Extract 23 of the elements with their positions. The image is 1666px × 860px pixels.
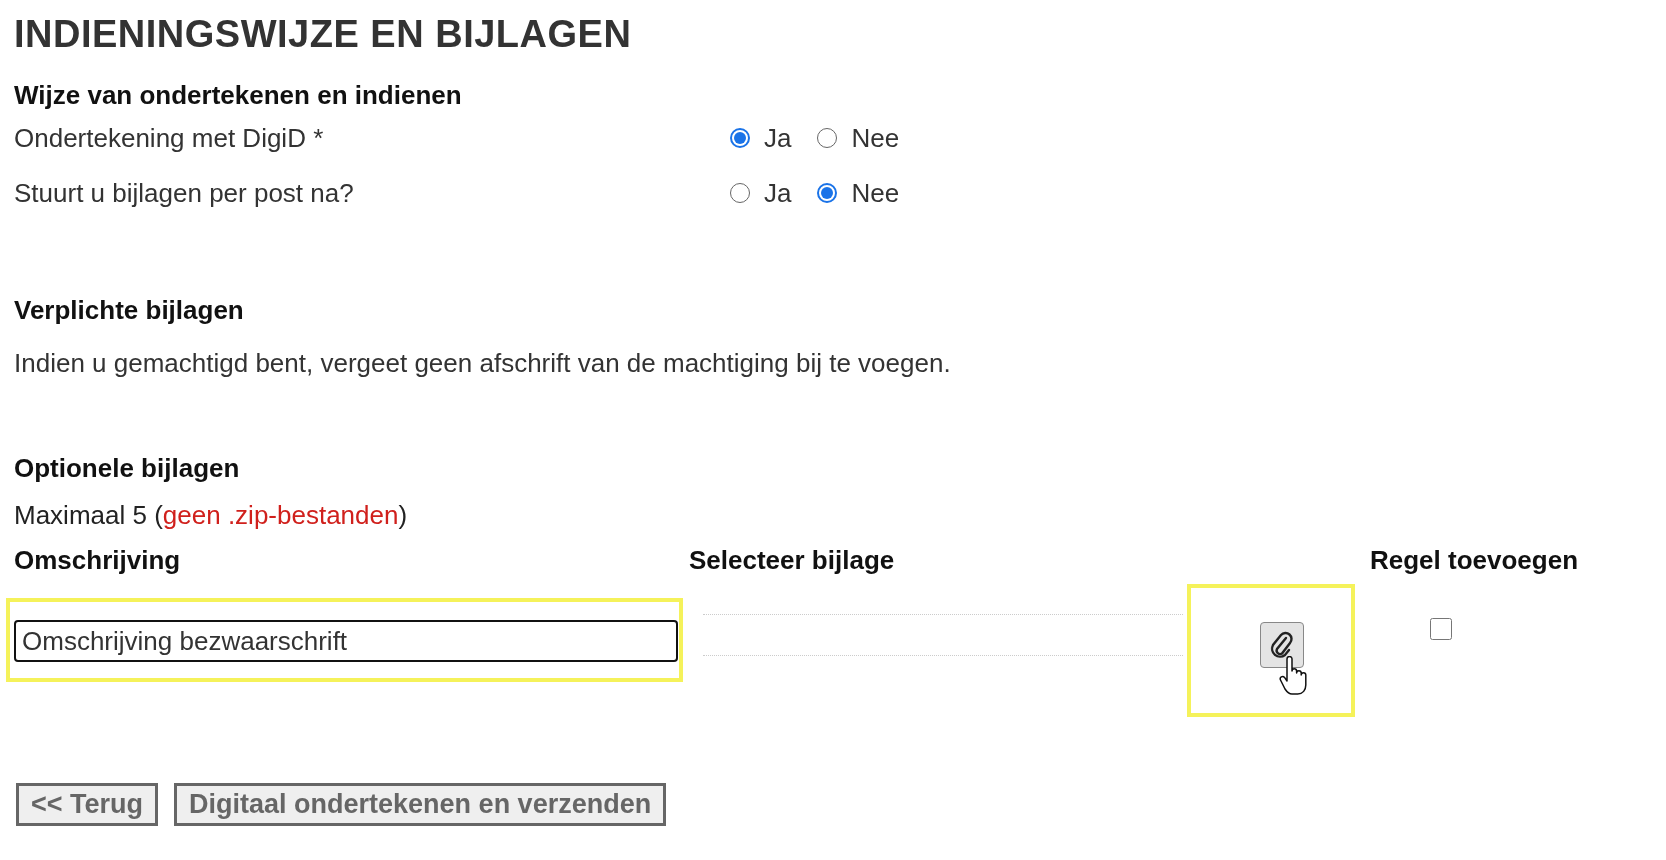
section-heading: Optionele bijlagen bbox=[14, 453, 241, 485]
column-header: Selecteer bijlage bbox=[689, 544, 896, 578]
section-heading: Wijze van ondertekenen en indienen bbox=[14, 79, 463, 111]
column-header: Omschrijving bbox=[14, 544, 182, 578]
file-field[interactable] bbox=[703, 614, 1183, 657]
form-button[interactable]: << Terug bbox=[16, 783, 159, 827]
radio-option[interactable]: Ja bbox=[730, 123, 792, 154]
question-label: Stuurt u bijlagen per post na? bbox=[14, 178, 355, 209]
page-title: INDIENINGSWIJZE EN BIJLAGEN bbox=[14, 14, 633, 56]
limit-note: Maximaal 5 (geen .zip-bestanden) bbox=[14, 500, 409, 532]
radio-option[interactable]: Nee bbox=[817, 123, 900, 154]
column-header: Regel toevoegen bbox=[1370, 544, 1580, 578]
section-heading: Verplichte bijlagen bbox=[14, 295, 245, 327]
question-label: Ondertekening met DigiD * bbox=[14, 123, 325, 154]
description-field[interactable]: Omschrijving bezwaarschrift bbox=[14, 620, 678, 663]
form-button[interactable]: Digitaal ondertekenen en verzenden bbox=[174, 783, 667, 827]
radio-option[interactable]: Ja bbox=[730, 178, 792, 209]
pointer-cursor-icon bbox=[1279, 656, 1309, 697]
add-line-checkbox[interactable] bbox=[1430, 618, 1452, 641]
paperclip-icon bbox=[1269, 630, 1295, 661]
radio-option[interactable]: Nee bbox=[817, 178, 900, 209]
attach-button[interactable] bbox=[1260, 622, 1304, 669]
info-text: Indien u gemachtigd bent, vergeet geen afschrift van de machtiging bij te voegen. bbox=[14, 348, 952, 380]
